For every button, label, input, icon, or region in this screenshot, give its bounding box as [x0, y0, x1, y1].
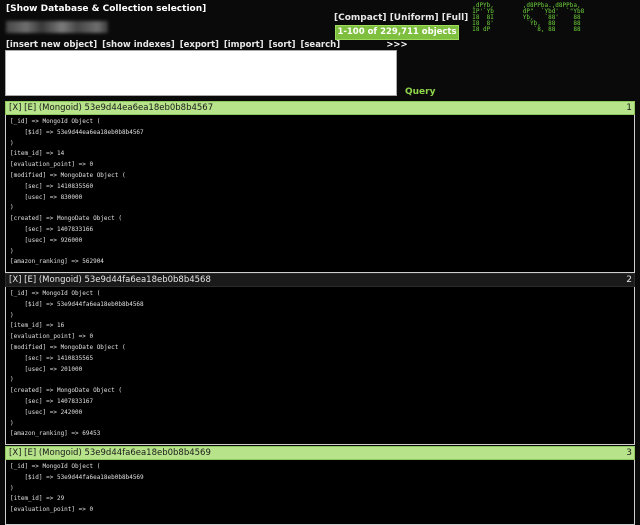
- record-field-line: [usec] => 830000: [10, 193, 83, 201]
- record-field-line: [usec] => 201000: [10, 365, 83, 373]
- record-field-line: ): [10, 247, 14, 255]
- record-field-line: [item_id] => 14: [10, 150, 65, 158]
- record-field-line: [amazon_ranking] => 562904: [10, 258, 104, 266]
- record-header: [X] [E] (Mongoid) 53e9d44fa6ea18eb0b8b45…: [5, 273, 635, 287]
- record-field-line: [$id] => 53e9d44fa6ea18eb0b8b4568: [10, 300, 144, 308]
- record-field-line: ): [10, 484, 14, 492]
- record-field-line: ): [10, 139, 14, 147]
- record-field-line: [sec] => 1407833167: [10, 397, 94, 405]
- record-field-line: [modified] => MongoDate Object (: [10, 171, 126, 179]
- record-field-line: [evaluation_point] => 0: [10, 161, 94, 169]
- record-field-line: [sec] => 1410835560: [10, 182, 94, 190]
- record-field-line: ): [10, 376, 14, 384]
- view-mode-links: [Compact] [Uniform] [Full]: [334, 13, 468, 23]
- view-compact-link[interactable]: [Compact]: [334, 13, 387, 23]
- record-field-line: [amazon_ranking] => 69453: [10, 430, 101, 438]
- show-indexes-link[interactable]: [show indexes]: [102, 40, 175, 50]
- record-body: [_id] => MongoId Object ( [$id] => 53e9d…: [5, 460, 635, 525]
- ascii-logo: ,dPYb, ,d8PPba.,d8PPba, IP'`Yb dP" `Ybd'…: [472, 2, 585, 33]
- record-field-line: [created] => MongoDate Object (: [10, 215, 122, 223]
- record-header: [X] [E] (Mongoid) 53e9d44fa6ea18eb0b8b45…: [5, 446, 635, 460]
- record-number: 2: [626, 275, 632, 285]
- toolbar: [insert new object] [show indexes] [expo…: [6, 40, 342, 50]
- search-link[interactable]: [search]: [300, 40, 340, 50]
- export-link[interactable]: [export]: [180, 40, 219, 50]
- record-field-line: ): [10, 204, 14, 212]
- record-field-line: [created] => MongoDate Object (: [10, 387, 122, 395]
- record-field-line: [sec] => 1410835565: [10, 354, 94, 362]
- record-field-line: [evaluation_point] => 0: [10, 333, 94, 341]
- record-field-line: [item_id] => 16: [10, 322, 65, 330]
- record-field-line: [_id] => MongoId Object (: [10, 118, 101, 125]
- query-button[interactable]: Query: [405, 87, 435, 97]
- record-number: 1: [626, 103, 632, 113]
- record: [X] [E] (Mongoid) 53e9d44fa6ea18eb0b8b45…: [5, 446, 635, 525]
- record-title[interactable]: [X] [E] (Mongoid) 53e9d44ea6ea18eb0b8b45…: [9, 103, 213, 113]
- record: [X] [E] (Mongoid) 53e9d44ea6ea18eb0b8b45…: [5, 101, 635, 273]
- record-field-line: [$id] => 53e9d44fa6ea18eb0b8b4569: [10, 473, 144, 481]
- record-field-line: [_id] => MongoId Object (: [10, 463, 101, 470]
- record-field-line: [item_id] => 29: [10, 495, 65, 503]
- blurred-db-name: [6, 21, 108, 33]
- record-field-line: [_id] => MongoId Object (: [10, 290, 101, 297]
- record-number: 3: [626, 448, 632, 458]
- import-link[interactable]: [import]: [224, 40, 264, 50]
- record-title[interactable]: [X] [E] (Mongoid) 53e9d44fa6ea18eb0b8b45…: [9, 275, 211, 285]
- record-body: [_id] => MongoId Object ( [$id] => 53e9d…: [5, 287, 635, 445]
- record: [X] [E] (Mongoid) 53e9d44fa6ea18eb0b8b45…: [5, 273, 635, 445]
- record-field-line: [evaluation_point] => 0: [10, 506, 94, 514]
- insert-object-link[interactable]: [insert new object]: [6, 40, 97, 50]
- record-field-line: ): [10, 311, 14, 319]
- record-header: [X] [E] (Mongoid) 53e9d44ea6ea18eb0b8b45…: [5, 101, 635, 115]
- pagination-button[interactable]: 1-100 of 229,711 objects >>>: [335, 25, 459, 50]
- sort-link[interactable]: [sort]: [269, 40, 296, 50]
- record-body: [_id] => MongoId Object ( [$id] => 53e9d…: [5, 115, 635, 273]
- record-field-line: ): [10, 419, 14, 427]
- record-title[interactable]: [X] [E] (Mongoid) 53e9d44fa6ea18eb0b8b45…: [9, 448, 211, 458]
- record-field-line: [modified] => MongoDate Object (: [10, 343, 126, 351]
- view-uniform-link[interactable]: [Uniform]: [390, 13, 439, 23]
- record-field-line: [usec] => 242000: [10, 408, 83, 416]
- show-db-link[interactable]: [Show Database & Collection selection]: [6, 4, 206, 14]
- record-field-line: [sec] => 1407833166: [10, 225, 94, 233]
- record-field-line: [usec] => 926000: [10, 236, 83, 244]
- top-left: [Show Database & Collection selection]: [6, 4, 206, 14]
- query-input[interactable]: [5, 50, 397, 96]
- record-field-line: [$id] => 53e9d44ea6ea18eb0b8b4567: [10, 128, 144, 136]
